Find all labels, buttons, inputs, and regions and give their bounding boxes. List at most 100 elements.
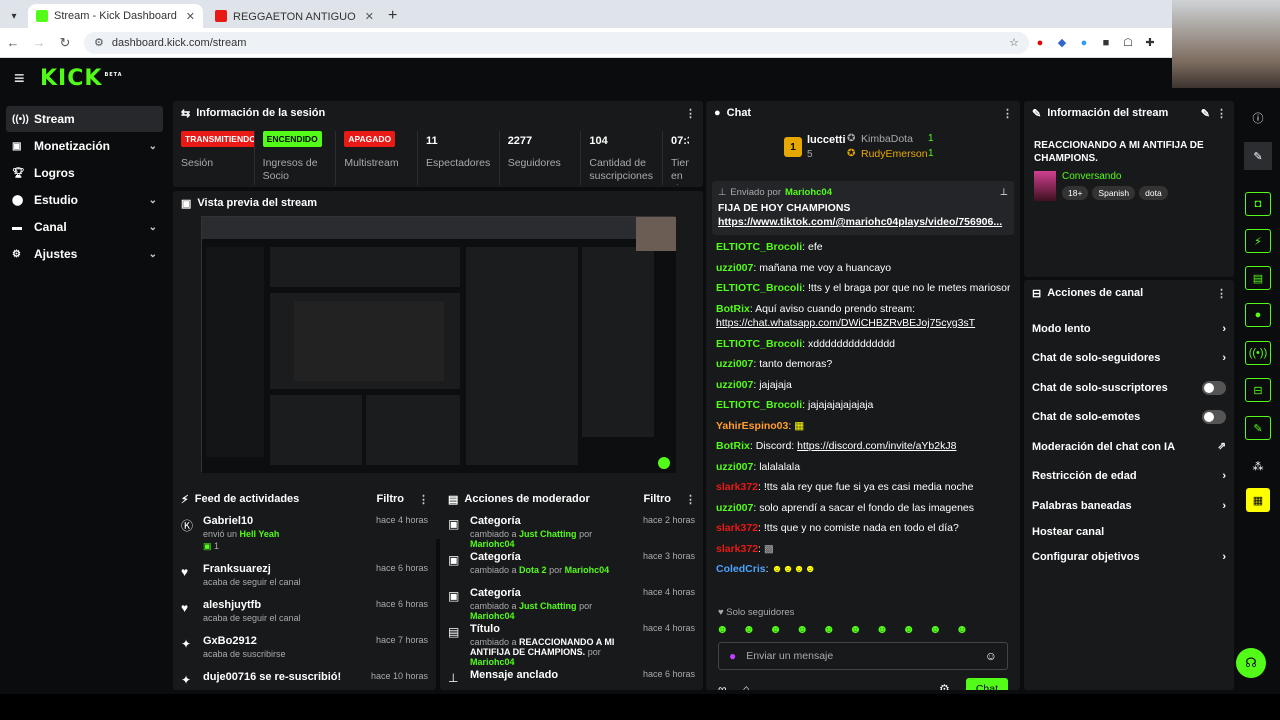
sidebar-item-studio[interactable]: ⬤ Estudio ⌄	[6, 187, 163, 213]
sparkle-icon: ✦	[181, 637, 192, 651]
stat-followers: 2277 Seguidores	[508, 131, 582, 185]
more-options-icon[interactable]: ⋮	[418, 493, 429, 506]
edit-layout-icon[interactable]: ✎	[1244, 142, 1272, 170]
emote-bar[interactable]: ☻☻☻☻☻☻☻☻☻☻	[706, 620, 1020, 638]
more-options-icon[interactable]: ⋮	[1002, 107, 1013, 120]
chat-widget-icon[interactable]: ●	[1245, 303, 1271, 327]
more-options-icon[interactable]: ⋮	[1216, 107, 1227, 120]
stream-info-panel: ✎ Información del stream ✎ ⋮ REACCIONANDO A…	[1024, 101, 1234, 277]
stat-session: TRANSMITIENDO Sesión	[181, 131, 255, 185]
url-bar[interactable]: ⚙ dashboard.kick.com/stream ☆	[84, 31, 1029, 54]
message-input[interactable]: ● Enviar un mensaje ☺	[718, 642, 1008, 670]
more-options-icon[interactable]: ⋮	[685, 107, 696, 120]
broadcast-widget-icon[interactable]: ((•))	[1245, 341, 1271, 365]
broadcast-icon: ((•))	[12, 113, 29, 125]
tag: dota	[1139, 186, 1168, 200]
extensions-puzzle-icon[interactable]: ✚	[1139, 36, 1161, 49]
sidebar-item-achievements[interactable]: 🏆︎ Logros	[6, 160, 163, 186]
bookmark-star-icon[interactable]: ☆	[1009, 36, 1019, 49]
host-channel-row[interactable]: Hostear canal	[1024, 521, 1234, 543]
chat-message: slark372: !tts ala rey que fue si ya es …	[716, 481, 974, 493]
chat-message: uzzi007: mañana me voy a huancayo	[716, 261, 892, 274]
sidebar-item-monetization[interactable]: ▣ Monetización ⌄	[6, 133, 163, 159]
tab-kick-dashboard[interactable]: Stream - Kick Dashboard ✕	[28, 4, 203, 28]
document-widget-icon[interactable]: ▤	[1245, 266, 1271, 290]
slow-mode-row[interactable]: Modo lento ›	[1024, 314, 1234, 344]
sliders-widget-icon[interactable]: ⊟	[1245, 378, 1271, 402]
goals-row[interactable]: Configurar objetivos ›	[1024, 543, 1234, 573]
gear-icon[interactable]: ⚙	[939, 682, 950, 690]
emoji-icon[interactable]: ☺	[985, 649, 997, 663]
kick-points-icon[interactable]: ∞	[718, 682, 727, 690]
site-info-icon[interactable]: ⚙	[94, 36, 104, 49]
gear-icon: ⚙	[12, 248, 21, 260]
category-thumbnail[interactable]	[1034, 171, 1056, 201]
microphone-icon[interactable]: ●	[729, 649, 736, 663]
pinned-link[interactable]: https://www.tiktok.com/@mariohc04plays/v…	[718, 216, 1002, 228]
list-item: ⊥ Mensaje anclado hace 6 horas	[448, 669, 695, 690]
tab-search-icon[interactable]: ▾	[4, 6, 24, 26]
unpin-icon[interactable]: ⊥	[1000, 187, 1008, 198]
hamburger-menu-icon[interactable]: ≡	[14, 68, 40, 89]
age-restriction-row[interactable]: Restricción de edad ›	[1024, 462, 1234, 492]
extension-icon[interactable]: ☖	[1117, 36, 1139, 49]
chat-message: ColedCris: ☻☻☻☻	[716, 563, 816, 575]
close-icon[interactable]: ✕	[365, 10, 374, 23]
filter-button[interactable]: Filtro	[644, 493, 672, 505]
camera-icon: ▣	[181, 197, 192, 210]
external-link-icon: ⇗	[1217, 441, 1226, 453]
extension-icon[interactable]: ●	[1029, 37, 1051, 49]
filter-button[interactable]: Filtro	[377, 493, 405, 505]
panel-title: Feed de actividades	[194, 493, 300, 505]
edit-icon[interactable]: ✎	[1201, 107, 1210, 120]
bolt-widget-icon[interactable]: ⚡︎	[1245, 229, 1271, 253]
pin-icon: ⊥	[448, 671, 459, 685]
chat-message-link[interactable]: https://chat.whatsapp.com/DWiCHBZRvBEJoj…	[716, 313, 1010, 334]
panel-title: Chat	[726, 107, 752, 119]
activity-list: Ⓚ Gabriel10 envió un Hell Yeah ▣ 1 hace 4 ho…	[173, 511, 436, 690]
sidebar-item-stream[interactable]: ((•)) Stream	[6, 106, 163, 132]
bolt-icon: ⚡︎	[181, 493, 189, 506]
new-tab-button[interactable]: +	[388, 7, 397, 25]
chat-message: uzzi007: lalalalala	[716, 460, 801, 473]
sidebar: ((•)) Stream ▣ Monetización ⌄ 🏆︎ Logros ⬤ Est…	[6, 106, 163, 268]
more-options-icon[interactable]: ⋮	[685, 493, 696, 506]
kick-logo[interactable]: KICK BETA	[40, 66, 123, 91]
reload-icon[interactable]: ↻	[52, 35, 78, 51]
wrench-widget-icon[interactable]: ✎	[1245, 416, 1271, 440]
subscribers-only-toggle[interactable]	[1202, 380, 1226, 395]
sidebar-item-channel[interactable]: ▬ Canal ⌄	[6, 214, 163, 240]
info-icon[interactable]: ⓘ	[1244, 104, 1272, 132]
gift-leaderboard: 1 luccetti 5 ✪ KimbaDota 1 ✪ RudyEmerson…	[706, 125, 1020, 181]
close-icon[interactable]: ✕	[186, 10, 195, 23]
store-icon[interactable]: ⌂	[743, 682, 750, 690]
banned-words-row[interactable]: Palabras baneadas ›	[1024, 491, 1234, 521]
clapper-widget-icon[interactable]: ▦	[1246, 488, 1270, 512]
tab-title: REGGAETON ANTIGUO 🔥 CLÁ	[233, 10, 359, 23]
more-options-icon[interactable]: ⋮	[1216, 287, 1227, 300]
panel-title: Vista previa del stream	[197, 197, 318, 209]
kick-points-widget-icon[interactable]: ⁂	[1244, 452, 1272, 480]
send-chat-button[interactable]: Chat	[965, 678, 1008, 690]
sidebar-item-settings[interactable]: ⚙ Ajustes ⌄	[6, 241, 163, 267]
status-badge: ENCENDIDO	[262, 131, 322, 147]
extension-icon[interactable]: ◆	[1051, 36, 1073, 49]
chevron-down-icon: ⌄	[148, 194, 157, 206]
extension-icon[interactable]: ●	[1073, 37, 1095, 49]
emotes-only-toggle[interactable]	[1202, 410, 1226, 425]
dashboard-app: ≡ KICK BETA ((•)) Stream ▣ Monetización ⌄ 🏆︎…	[0, 58, 1280, 694]
ai-moderation-row[interactable]: Moderación del chat con IA ⇗	[1024, 432, 1234, 462]
chat-message: BotRix: Discord: https://discord.com/inv…	[716, 440, 957, 452]
camera-widget-icon[interactable]: ◘	[1245, 192, 1271, 216]
back-icon[interactable]: ←	[0, 35, 26, 50]
category-link[interactable]: Conversando	[1062, 171, 1168, 182]
stream-preview-video[interactable]	[201, 216, 676, 473]
stat-live-time: 07:3Tiem en vi	[671, 135, 689, 185]
third-place-icon: ✪	[847, 148, 856, 159]
forward-icon[interactable]: →	[26, 35, 52, 50]
chat-message: ELTIOTC_Brocoli: !tts y el braga por que…	[716, 282, 1010, 294]
followers-only-row[interactable]: Chat de solo-seguidores ›	[1024, 344, 1234, 374]
support-headset-icon[interactable]: ☊	[1236, 648, 1266, 678]
extension-icon[interactable]: ■	[1095, 37, 1117, 49]
tab-youtube[interactable]: REGGAETON ANTIGUO 🔥 CLÁ ✕	[207, 4, 382, 28]
